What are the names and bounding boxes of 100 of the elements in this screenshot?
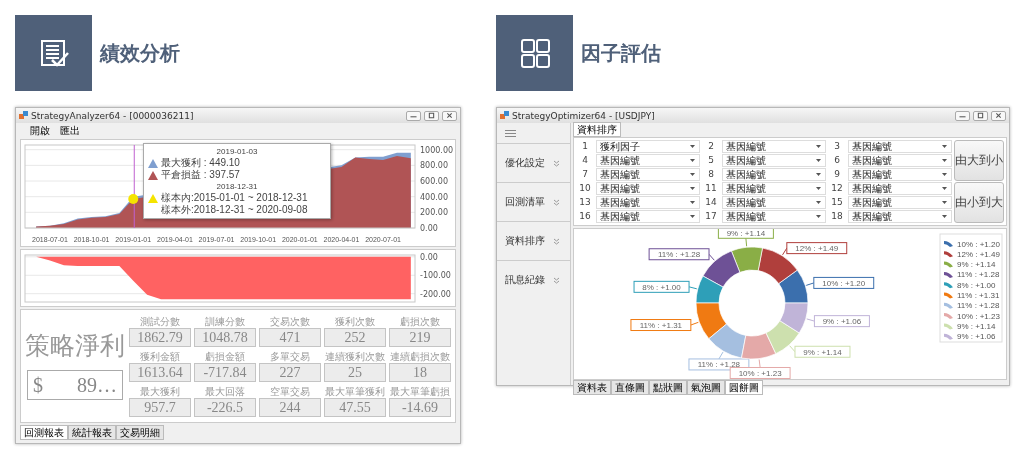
caret-icon	[816, 173, 821, 176]
net-profit-value: 89…	[77, 373, 117, 397]
sidebar-item[interactable]: 訊息紀錄	[497, 260, 570, 299]
sidebar-label: 優化設定	[505, 156, 545, 170]
close-button[interactable]	[991, 110, 1006, 121]
axis-label: 600.00	[420, 177, 448, 186]
tab[interactable]: 回測報表	[20, 425, 68, 440]
legend-label: 9% : +1.06	[957, 332, 996, 342]
dropdown[interactable]: 基因編號	[722, 140, 826, 153]
caret-icon	[816, 159, 821, 162]
minimize-button[interactable]	[955, 110, 970, 121]
currency-sign: $	[33, 373, 43, 397]
leader-line	[789, 345, 796, 353]
dropdown[interactable]: 基因編號	[596, 168, 700, 181]
stat-label: 多單交易	[270, 350, 310, 363]
legend-swatch	[944, 333, 953, 340]
chevron-icon	[553, 237, 560, 245]
stat-label: 虧損次數	[400, 315, 440, 328]
window-title: StrategyAnalyzer64 - [0000036211]	[31, 110, 195, 121]
dropdown[interactable]: 基因編號	[596, 196, 700, 209]
leader-line	[718, 351, 724, 360]
caret-icon	[690, 145, 695, 148]
data-label: 11% : +1.31	[639, 320, 683, 330]
dropdown[interactable]: 基因編號	[848, 182, 952, 195]
dropdown[interactable]: 基因編號	[848, 154, 952, 167]
caret-icon	[690, 173, 695, 176]
dropdown[interactable]: 基因編號	[722, 168, 826, 181]
legend-swatch	[944, 323, 953, 330]
data-label: 10% : +1.23	[738, 368, 783, 378]
stat-label: 連續獲利次數	[325, 350, 385, 363]
row-number: 15	[830, 196, 844, 209]
window-title: StrategyOptimizer64 - [USDJPY]	[512, 110, 656, 121]
stat-label: 空單交易	[270, 385, 310, 398]
slice-label: 9% : +1.14	[717, 229, 774, 239]
stat-value: 1613.64	[129, 363, 191, 382]
close-button[interactable]	[442, 110, 457, 121]
caret-icon	[690, 159, 695, 162]
minimize-button[interactable]	[406, 110, 421, 121]
chevron-icon	[553, 159, 560, 167]
dropdown[interactable]: 基因編號	[596, 210, 700, 223]
tab[interactable]: 圓餅圖	[725, 380, 763, 395]
legend-swatch	[944, 313, 953, 320]
tab[interactable]: 點狀圖	[649, 380, 687, 395]
legend-label: 11% : +1.31	[957, 291, 1000, 300]
net-profit-label: 策略淨利	[25, 332, 125, 360]
sidebar-item[interactable]: 回測清單	[497, 182, 570, 221]
dropdown[interactable]: 基因編號	[722, 196, 826, 209]
menu-icon[interactable]	[505, 129, 516, 137]
dropdown[interactable]: 基因編號	[848, 210, 952, 223]
dropdown[interactable]: 基因編號	[722, 154, 826, 167]
dropdown[interactable]: 基因編號	[722, 210, 826, 223]
row-number: 2	[707, 140, 715, 153]
sidebar-item[interactable]: 優化設定	[497, 143, 570, 182]
tab[interactable]: 資料表	[573, 380, 611, 395]
app-icon	[19, 111, 28, 120]
chevron-icon	[553, 198, 560, 206]
stat-value: 18	[389, 363, 451, 382]
legend-swatch	[944, 241, 953, 247]
stat-label: 獲利次數	[335, 315, 375, 328]
tab[interactable]: 氣泡圖	[687, 380, 725, 395]
sidebar-label: 回測清單	[505, 195, 545, 209]
dropdown[interactable]: 基因編號	[848, 196, 952, 209]
stat-value: 25	[324, 363, 386, 382]
caret-icon	[690, 187, 695, 190]
axis-label: 0.00	[420, 252, 438, 262]
dropdown[interactable]: 基因編號	[848, 140, 952, 153]
caret-icon	[942, 145, 947, 148]
sidebar-label: 資料排序	[505, 234, 545, 248]
tab[interactable]: 資料排序	[573, 122, 621, 137]
slice-label: 10% : +1.20	[813, 276, 875, 289]
dropdown[interactable]: 獲利因子	[596, 140, 700, 153]
slice-label: 9% : +1.06	[813, 315, 870, 328]
row-number: 13	[578, 196, 592, 209]
stat-label: 最大單筆虧損	[390, 385, 450, 398]
tab[interactable]: 交易明細	[116, 425, 164, 440]
tab[interactable]: 直條圖	[611, 380, 649, 395]
dropdown[interactable]: 基因編號	[722, 182, 826, 195]
dropdown[interactable]: 基因編號	[596, 154, 700, 167]
row-number: 7	[581, 168, 589, 181]
menu-item[interactable]: 匯出	[60, 123, 80, 137]
dropdown[interactable]: 基因編號	[848, 168, 952, 181]
dropdown[interactable]: 基因編號	[596, 182, 700, 195]
data-label: 9% : +1.06	[822, 316, 862, 326]
stat-value: 227	[259, 363, 321, 382]
leader-line	[745, 237, 748, 247]
sort-button[interactable]: 由大到小	[954, 140, 1004, 181]
stat-value: 47.55	[324, 398, 386, 417]
row-number: 18	[830, 210, 844, 223]
legend-label: 9% : +1.14	[957, 260, 996, 270]
maximize-button[interactable]	[424, 110, 439, 121]
axis-label: 0.00	[420, 224, 438, 233]
maximize-button[interactable]	[973, 110, 988, 121]
tab[interactable]: 統計報表	[68, 425, 116, 440]
sidebar-item[interactable]: 資料排序	[497, 221, 570, 260]
tooltip-date: 2019-01-03	[215, 146, 259, 157]
sort-button[interactable]: 由小到大	[954, 182, 1004, 223]
legend-swatch	[944, 271, 953, 278]
caret-icon	[942, 215, 947, 218]
menu-item[interactable]: 開啟	[30, 123, 50, 137]
axis-label: 800.00	[420, 161, 448, 171]
